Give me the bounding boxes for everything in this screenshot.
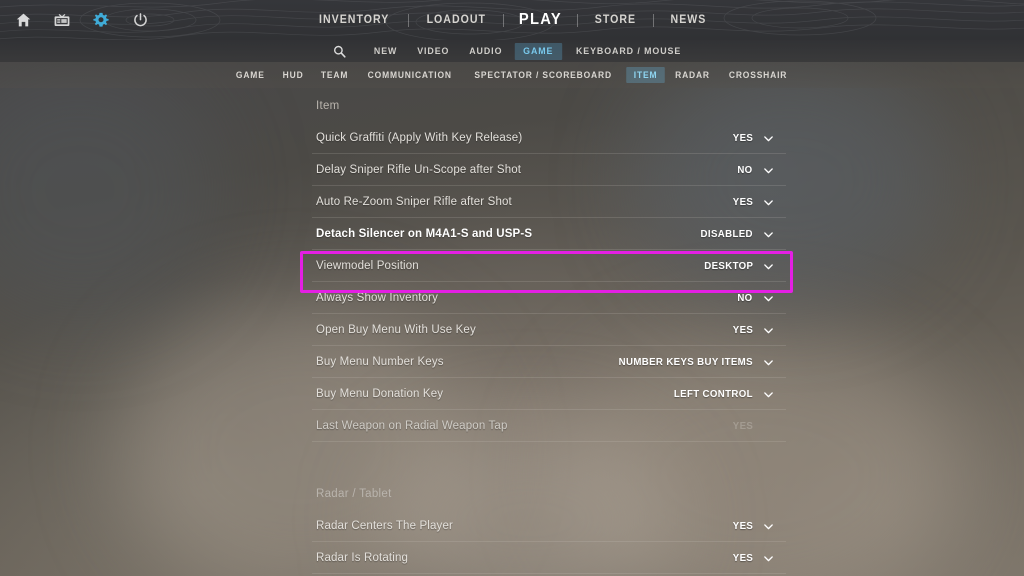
setting-row-radar-centers-player[interactable]: Radar Centers The Player YES: [298, 510, 794, 542]
setting-value: DISABLED: [700, 228, 753, 240]
setting-label: Always Show Inventory: [316, 292, 439, 304]
chevron-down-icon: [764, 199, 773, 205]
settings-tab-keyboard-mouse[interactable]: KEYBOARD / MOUSE: [568, 43, 690, 60]
subtab-item[interactable]: ITEM: [625, 67, 665, 83]
app-root: INVENTORY LOADOUT PLAY STORE NEWS NEW VI…: [0, 0, 1024, 576]
setting-row-buy-menu-donation-key[interactable]: Buy Menu Donation Key LEFT CONTROL: [298, 378, 794, 410]
chevron-down-icon: [764, 327, 773, 333]
setting-label: Auto Re-Zoom Sniper Rifle after Shot: [316, 196, 512, 208]
subtab-crosshair[interactable]: CROSSHAIR: [721, 67, 794, 83]
setting-value-group[interactable]: NO: [736, 164, 794, 176]
setting-label: Delay Sniper Rifle Un-Scope after Shot: [316, 164, 522, 176]
setting-value-group[interactable]: LEFT CONTROL: [667, 388, 794, 400]
setting-value-group[interactable]: DISABLED: [696, 228, 794, 240]
settings-tab-audio[interactable]: AUDIO: [461, 43, 511, 60]
chevron-down-icon: [764, 135, 773, 141]
setting-label: Buy Menu Donation Key: [316, 388, 444, 400]
chevron-down-icon: [764, 263, 773, 269]
chevron-down-icon: [764, 167, 773, 173]
subtab-team[interactable]: TEAM: [313, 67, 355, 83]
nav-separator: [503, 13, 505, 27]
setting-value: YES: [732, 132, 753, 144]
setting-row-detach-silencer[interactable]: Detach Silencer on M4A1-S and USP-S DISA…: [298, 218, 794, 250]
nav-separator: [407, 13, 409, 27]
setting-label: Last Weapon on Radial Weapon Tap: [316, 420, 508, 432]
setting-value-group[interactable]: YES: [731, 552, 794, 564]
settings-subtab-bar: GAME HUD TEAM COMMUNICATION SPECTATOR / …: [0, 62, 1024, 88]
setting-label: Quick Graffiti (Apply With Key Release): [316, 132, 523, 144]
setting-value-group[interactable]: YES: [731, 520, 794, 532]
nav-item-loadout[interactable]: LOADOUT: [412, 14, 499, 26]
subtab-game[interactable]: GAME: [228, 67, 272, 83]
settings-tab-game[interactable]: GAME: [514, 42, 562, 60]
chevron-down-icon: [764, 359, 773, 365]
search-icon-glyph: [334, 45, 346, 58]
setting-label: Viewmodel Position: [316, 260, 419, 272]
setting-value: YES: [732, 520, 753, 532]
setting-value: YES: [732, 324, 753, 336]
nav-item-news[interactable]: NEWS: [657, 14, 720, 26]
setting-label: Open Buy Menu With Use Key: [316, 324, 476, 336]
setting-value: LEFT CONTROL: [673, 388, 753, 400]
setting-row-buy-menu-number-keys[interactable]: Buy Menu Number Keys NUMBER KEYS BUY ITE…: [298, 346, 794, 378]
setting-value-group[interactable]: DESKTOP: [700, 260, 794, 272]
setting-value: YES: [732, 420, 753, 432]
setting-row-quick-graffiti[interactable]: Quick Graffiti (Apply With Key Release) …: [298, 122, 794, 154]
settings-tab-video[interactable]: VIDEO: [409, 43, 458, 60]
nav-item-play[interactable]: PLAY: [507, 11, 574, 29]
setting-value: NO: [737, 164, 753, 176]
chevron-down-icon: [764, 555, 773, 561]
background-blur-blob: [0, 60, 220, 320]
setting-value-group[interactable]: NO: [736, 292, 794, 304]
setting-row-auto-rezoom-sniper[interactable]: Auto Re-Zoom Sniper Rifle after Shot YES: [298, 186, 794, 218]
chevron-down-icon: [764, 295, 773, 301]
subtab-radar[interactable]: RADAR: [667, 67, 717, 83]
setting-label: Radar Centers The Player: [316, 520, 453, 532]
setting-value: DESKTOP: [703, 260, 753, 272]
setting-row-delay-sniper-unscope[interactable]: Delay Sniper Rifle Un-Scope after Shot N…: [298, 154, 794, 186]
chevron-down-icon: [764, 391, 773, 397]
nav-item-store[interactable]: STORE: [581, 14, 650, 26]
top-bar: INVENTORY LOADOUT PLAY STORE NEWS: [0, 0, 1024, 40]
setting-value: NO: [737, 292, 753, 304]
setting-value-group[interactable]: YES: [731, 196, 794, 208]
settings-panel: Item Quick Graffiti (Apply With Key Rele…: [298, 90, 794, 576]
nav-separator: [652, 13, 654, 27]
setting-label: Buy Menu Number Keys: [316, 356, 444, 368]
setting-value-group[interactable]: NUMBER KEYS BUY ITEMS: [607, 356, 794, 368]
setting-row-last-weapon-radial-tap: Last Weapon on Radial Weapon Tap YES: [298, 410, 794, 442]
nav-separator: [576, 13, 578, 27]
setting-value-group[interactable]: YES: [731, 132, 794, 144]
subtab-spectator-scoreboard[interactable]: SPECTATOR / SCOREBOARD: [467, 67, 620, 83]
setting-row-viewmodel-position[interactable]: Viewmodel Position DESKTOP: [298, 250, 794, 282]
settings-tab-new[interactable]: NEW: [365, 43, 405, 60]
subtab-communication[interactable]: COMMUNICATION: [360, 67, 459, 83]
chevron-down-icon: [764, 523, 773, 529]
setting-value: YES: [732, 552, 753, 564]
nav-item-inventory[interactable]: INVENTORY: [305, 14, 403, 26]
section-header-item: Item: [316, 100, 340, 112]
subtab-hud[interactable]: HUD: [275, 67, 311, 83]
settings-category-bar: NEW VIDEO AUDIO GAME KEYBOARD / MOUSE: [0, 40, 1024, 62]
chevron-down-icon: [764, 231, 773, 237]
setting-value: NUMBER KEYS BUY ITEMS: [618, 356, 753, 368]
setting-value-group[interactable]: YES: [731, 324, 794, 336]
setting-label: Detach Silencer on M4A1-S and USP-S: [316, 228, 533, 240]
setting-row-open-buy-menu-use-key[interactable]: Open Buy Menu With Use Key YES: [298, 314, 794, 346]
setting-label: Radar Is Rotating: [316, 552, 409, 564]
setting-value: YES: [732, 196, 753, 208]
search-icon[interactable]: [330, 41, 350, 61]
setting-value-group: YES: [731, 420, 794, 432]
section-header-radar-tablet: Radar / Tablet: [316, 488, 392, 500]
setting-row-radar-is-rotating[interactable]: Radar Is Rotating YES: [298, 542, 794, 574]
main-navigation: INVENTORY LOADOUT PLAY STORE NEWS: [0, 0, 1024, 40]
setting-row-always-show-inventory[interactable]: Always Show Inventory NO: [298, 282, 794, 314]
